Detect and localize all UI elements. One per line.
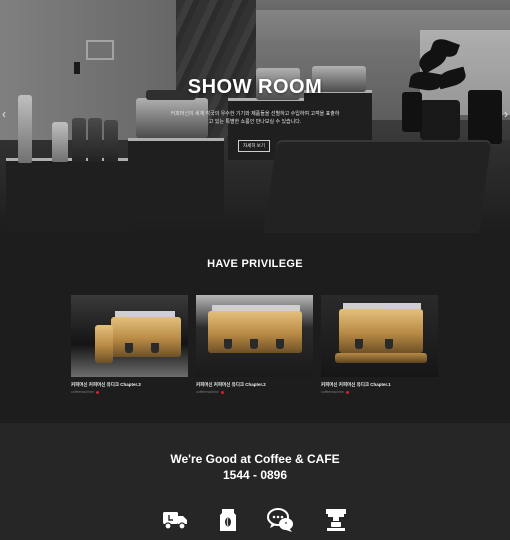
contact-footer: We're Good at Coffee & CAFE 1544 - 0896 … (0, 423, 510, 540)
card-meta-text: coffeemachine (71, 390, 94, 394)
group-head (125, 343, 133, 353)
next-slide-arrow-icon[interactable]: › (504, 108, 508, 120)
group-head (276, 339, 284, 349)
privilege-card[interactable]: 커피머신 커피머신 유디크 Chapter.1 coffeemachine (321, 295, 438, 394)
card-title[interactable]: 커피머신 커피머신 유디크 Chapter.1 (321, 382, 438, 388)
prev-slide-arrow-icon[interactable]: ‹ (2, 108, 6, 120)
card-thumbnail[interactable] (71, 295, 188, 377)
new-dot-icon (95, 390, 99, 394)
card-meta: coffeemachine (321, 390, 438, 394)
svg-text:": " (284, 521, 287, 529)
privilege-section: HAVE PRIVILEGE 커피머신 커피머신 유디크 Chapter.3 c… (0, 233, 510, 423)
privilege-heading: HAVE PRIVILEGE (207, 258, 303, 270)
machine-side (95, 325, 113, 363)
group-head (355, 339, 363, 349)
group-head (385, 339, 393, 349)
new-dot-icon (345, 390, 349, 394)
privilege-card[interactable]: 커피머신 커피머신 유디크 Chapter.2 coffeemachine (196, 295, 313, 394)
view-more-button[interactable]: 자세히 보기 (238, 140, 270, 152)
group-head (151, 343, 159, 353)
hero-description: 커피머신의 세계 각국의 우수한 기기와 제품들을 선별하고 수입하여 고객을 … (170, 111, 340, 125)
card-meta: coffeemachine (71, 390, 188, 394)
espresso-machine-image (111, 317, 181, 357)
card-thumbnail[interactable] (321, 295, 438, 377)
espresso-machine-image (339, 309, 423, 353)
espresso-machine-icon[interactable] (322, 507, 350, 533)
group-head (250, 339, 258, 349)
privilege-card[interactable]: 커피머신 커피머신 유디크 Chapter.3 coffeemachine (71, 295, 188, 394)
hero-banner: SHOW ROOM 커피머신의 세계 각국의 우수한 기기와 제품들을 선별하고… (0, 0, 510, 233)
card-title[interactable]: 커피머신 커피머신 유디크 Chapter.3 (71, 382, 188, 388)
card-title[interactable]: 커피머신 커피머신 유디크 Chapter.2 (196, 382, 313, 388)
new-dot-icon (220, 390, 224, 394)
coffee-bag-icon[interactable] (214, 507, 242, 533)
delivery-truck-icon[interactable] (161, 507, 189, 533)
card-meta-text: coffeemachine (196, 390, 219, 394)
chat-bubbles-icon[interactable]: " (267, 507, 295, 533)
machine-base (335, 353, 427, 363)
footer-phone[interactable]: 1544 - 0896 (0, 468, 510, 482)
group-head (224, 339, 232, 349)
card-meta-text: coffeemachine (321, 390, 344, 394)
hero-title: SHOW ROOM (187, 76, 323, 98)
footer-tagline: We're Good at Coffee & CAFE (170, 452, 340, 466)
card-thumbnail[interactable] (196, 295, 313, 377)
card-meta: coffeemachine (196, 390, 313, 394)
